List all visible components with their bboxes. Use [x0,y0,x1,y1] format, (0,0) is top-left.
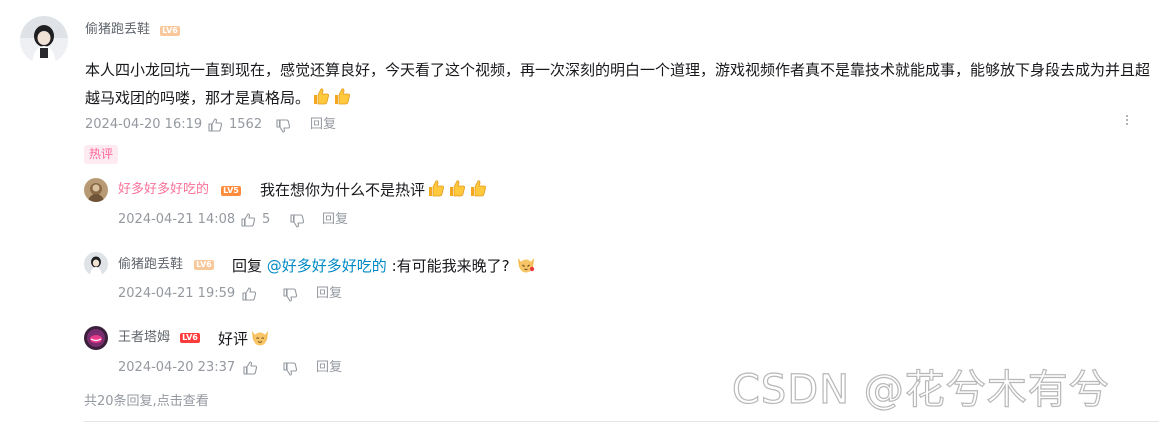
dislike-icon[interactable] [289,213,305,229]
reply-time: 2024-04-21 19:59 [118,286,236,301]
reply-time: 2024-04-21 14:08 [118,212,236,227]
reply-button[interactable]: 回复 [316,360,342,376]
reply-button[interactable]: 回复 [316,286,342,302]
avatar[interactable] [20,16,68,64]
comment-body: 本人四小龙回坑一直到现在，感觉还算良好，今天看了这个视频，再一次深刻的明白一个道… [85,61,1151,107]
like-icon[interactable] [207,117,223,133]
more-options-icon[interactable] [1122,113,1132,129]
reply-button[interactable]: 回复 [322,212,348,228]
level-badge: LV6 [180,333,200,343]
view-all-replies-link[interactable]: 点击查看 [157,394,209,409]
thumbs-up-emoji-icon [332,86,352,106]
reply-time: 2024-04-20 23:37 [118,360,236,375]
dislike-icon[interactable] [282,287,298,303]
dislike-icon[interactable] [275,118,291,134]
reply-body: 我在想你为什么不是热评 [260,181,426,199]
reply-count-summary: 共20条回复,点击查看 [84,390,209,409]
like-icon[interactable] [241,286,257,302]
divider [84,421,1159,422]
cat-emoji-icon [515,253,537,275]
reply-text: 好评 [218,326,271,350]
username[interactable]: 王者塔姆 [118,329,170,347]
reply-body: 好评 [218,330,249,348]
reply-button[interactable]: 回复 [310,117,336,133]
username[interactable]: 好多好多好吃的 [118,181,209,199]
reply-text: 我在想你为什么不是热评 [260,178,488,201]
mention-link[interactable]: @好多好多好吃的 [267,257,387,275]
like-count: 1562 [229,117,263,132]
level-badge: LV6 [160,26,180,36]
like-count: 5 [262,212,271,227]
thumbs-up-emoji-icon [468,178,488,198]
avatar[interactable] [84,326,108,350]
thumbs-up-emoji-icon [447,178,467,198]
like-icon[interactable] [240,212,256,228]
username[interactable]: 偷猪跑丢鞋 [118,256,183,274]
thumbs-up-emoji-icon [426,178,446,198]
level-badge: LV6 [194,260,214,270]
comment-time: 2024-04-20 16:19 [85,117,203,132]
reply-body: :有可能我来晚了? [386,257,510,275]
like-icon[interactable] [242,360,258,376]
hot-comment-badge: 热评 [84,145,119,164]
thumbs-up-emoji-icon [311,86,331,106]
watermark: CSDN @花兮木有兮 [731,366,1110,413]
level-badge: LV5 [221,186,241,196]
reply-count-text: 共20条回复, [84,394,157,409]
username[interactable]: 偷猪跑丢鞋 [85,21,150,39]
cat-emoji-icon [249,326,271,348]
avatar[interactable] [84,178,108,202]
dislike-icon[interactable] [282,361,298,377]
avatar[interactable] [84,252,108,276]
reply-prefix: 回复 [232,257,263,275]
comment-text: 本人四小龙回坑一直到现在，感觉还算良好，今天看了这个视频，再一次深刻的明白一个道… [85,56,1160,112]
reply-text: 回复 @好多好多好吃的 :有可能我来晚了? [232,253,537,277]
